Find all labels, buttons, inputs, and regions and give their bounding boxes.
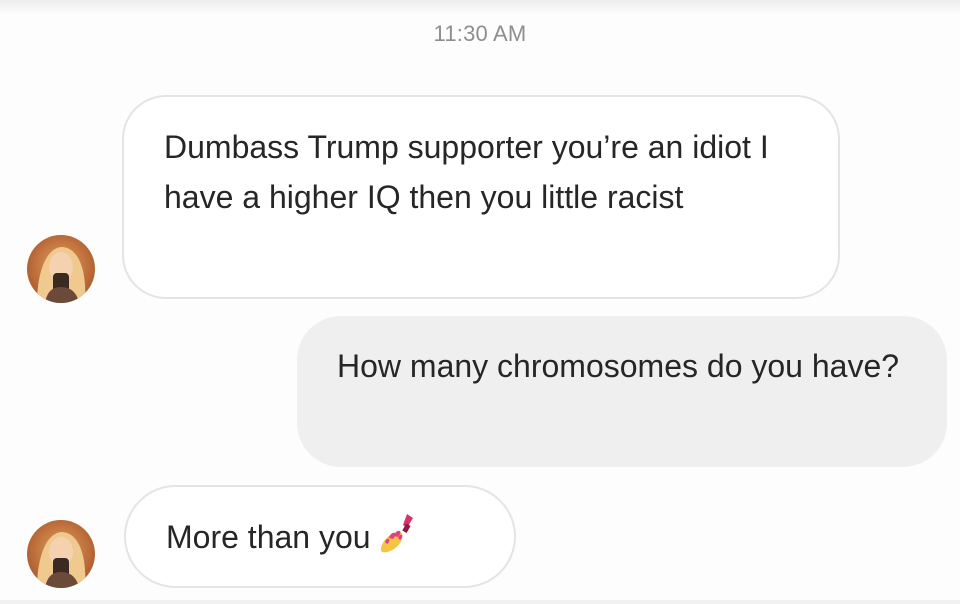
sender-avatar[interactable]	[27, 235, 95, 303]
dm-thread: 11:30 AM Dumbass Trump supporter you’re …	[0, 0, 960, 604]
message-timestamp: 11:30 AM	[433, 21, 527, 46]
bottom-edge	[0, 600, 960, 604]
message-text: More than you	[166, 519, 371, 555]
message-bubble-received[interactable]: More than you	[124, 485, 516, 588]
message-bubble-sent[interactable]: How many chromosomes do you have?	[297, 316, 947, 467]
nail-polish-icon	[377, 512, 417, 556]
message-text: Dumbass Trump supporter you’re an idiot …	[164, 129, 769, 215]
top-edge-shadow	[0, 0, 960, 14]
message-text: How many chromosomes do you have?	[337, 348, 900, 384]
sender-avatar[interactable]	[27, 520, 95, 588]
message-bubble-received[interactable]: Dumbass Trump supporter you’re an idiot …	[122, 95, 840, 299]
